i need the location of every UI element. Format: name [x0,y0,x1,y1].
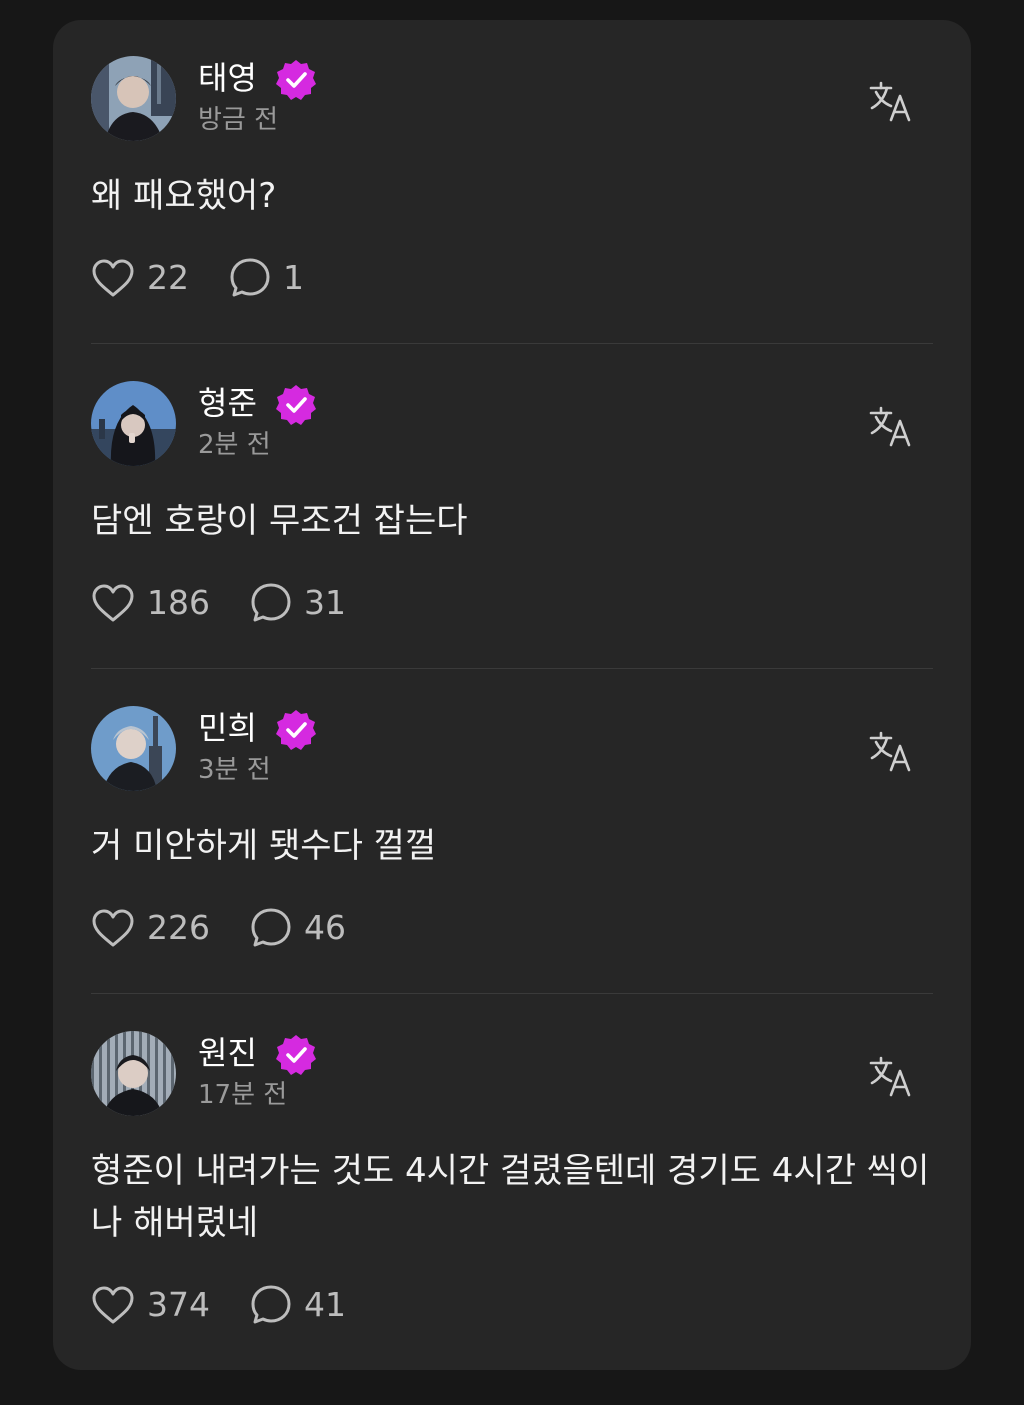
comment-button[interactable]: 41 [250,1283,346,1327]
avatar[interactable] [91,1031,176,1116]
post-1[interactable]: 태영 방금 전 왜 패요했어? 22 1 [91,56,933,326]
feed-card: 태영 방금 전 왜 패요했어? 22 1 형준 2분 전 담엔 호랑이 무조건 … [53,20,971,1370]
like-button[interactable]: 186 [91,581,210,625]
comment-bubble-icon [251,1285,291,1324]
translate-icon[interactable] [867,728,915,776]
verified-badge-icon [276,60,316,100]
post-actions: 22 1 [91,256,344,300]
translate-icon[interactable] [867,403,915,451]
comment-count: 31 [304,583,346,622]
avatar[interactable] [91,381,176,466]
like-count: 374 [147,1285,210,1324]
translate-icon[interactable] [867,78,915,126]
like-button[interactable]: 226 [91,906,210,950]
post-text: 형준이 내려가는 것도 4시간 걸렸을텐데 경기도 4시간 씩이나 해버렸네 [91,1151,930,1243]
post-4[interactable]: 원진 17분 전 형준이 내려가는 것도 4시간 걸렸을텐데 경기도 4시간 씩… [91,1031,933,1351]
post-3[interactable]: 민희 3분 전 거 미안하게 됏수다 껄껄 226 46 [91,706,933,976]
author-name[interactable]: 민희 [198,708,257,748]
post-time: 3분 전 [198,755,271,785]
post-divider [91,668,933,669]
author-name[interactable]: 태영 [198,58,257,98]
like-count: 226 [147,908,210,947]
post-text: 거 미안하게 됏수다 껄껄 [91,826,437,866]
post-time: 17분 전 [198,1080,288,1110]
verified-badge-icon [276,385,316,425]
comment-bubble-icon [251,583,291,622]
post-actions: 226 46 [91,906,386,950]
heart-icon [92,1286,134,1324]
post-actions: 186 31 [91,581,386,625]
comment-bubble-icon [251,908,291,947]
heart-icon [92,259,134,297]
verified-badge-icon [276,1035,316,1075]
avatar[interactable] [91,706,176,791]
post-2[interactable]: 형준 2분 전 담엔 호랑이 무조건 잡는다 186 31 [91,381,933,651]
post-text: 왜 패요했어? [91,176,277,216]
post-divider [91,343,933,344]
post-text: 담엔 호랑이 무조건 잡는다 [91,501,468,541]
comment-button[interactable]: 46 [250,906,346,950]
like-count: 186 [147,583,210,622]
avatar[interactable] [91,56,176,141]
translate-icon[interactable] [867,1053,915,1101]
post-time: 2분 전 [198,430,271,460]
post-divider [91,993,933,994]
comment-count: 1 [283,258,304,297]
comment-count: 41 [304,1285,346,1324]
heart-icon [92,584,134,622]
like-count: 22 [147,258,189,297]
like-button[interactable]: 374 [91,1283,210,1327]
author-name[interactable]: 원진 [198,1033,257,1073]
author-name[interactable]: 형준 [198,383,257,423]
post-time: 방금 전 [198,105,279,135]
comment-count: 46 [304,908,346,947]
comment-button[interactable]: 1 [229,256,304,300]
comment-bubble-icon [230,258,270,297]
heart-icon [92,909,134,947]
comment-button[interactable]: 31 [250,581,346,625]
post-actions: 374 41 [91,1283,386,1327]
verified-badge-icon [276,710,316,750]
like-button[interactable]: 22 [91,256,189,300]
